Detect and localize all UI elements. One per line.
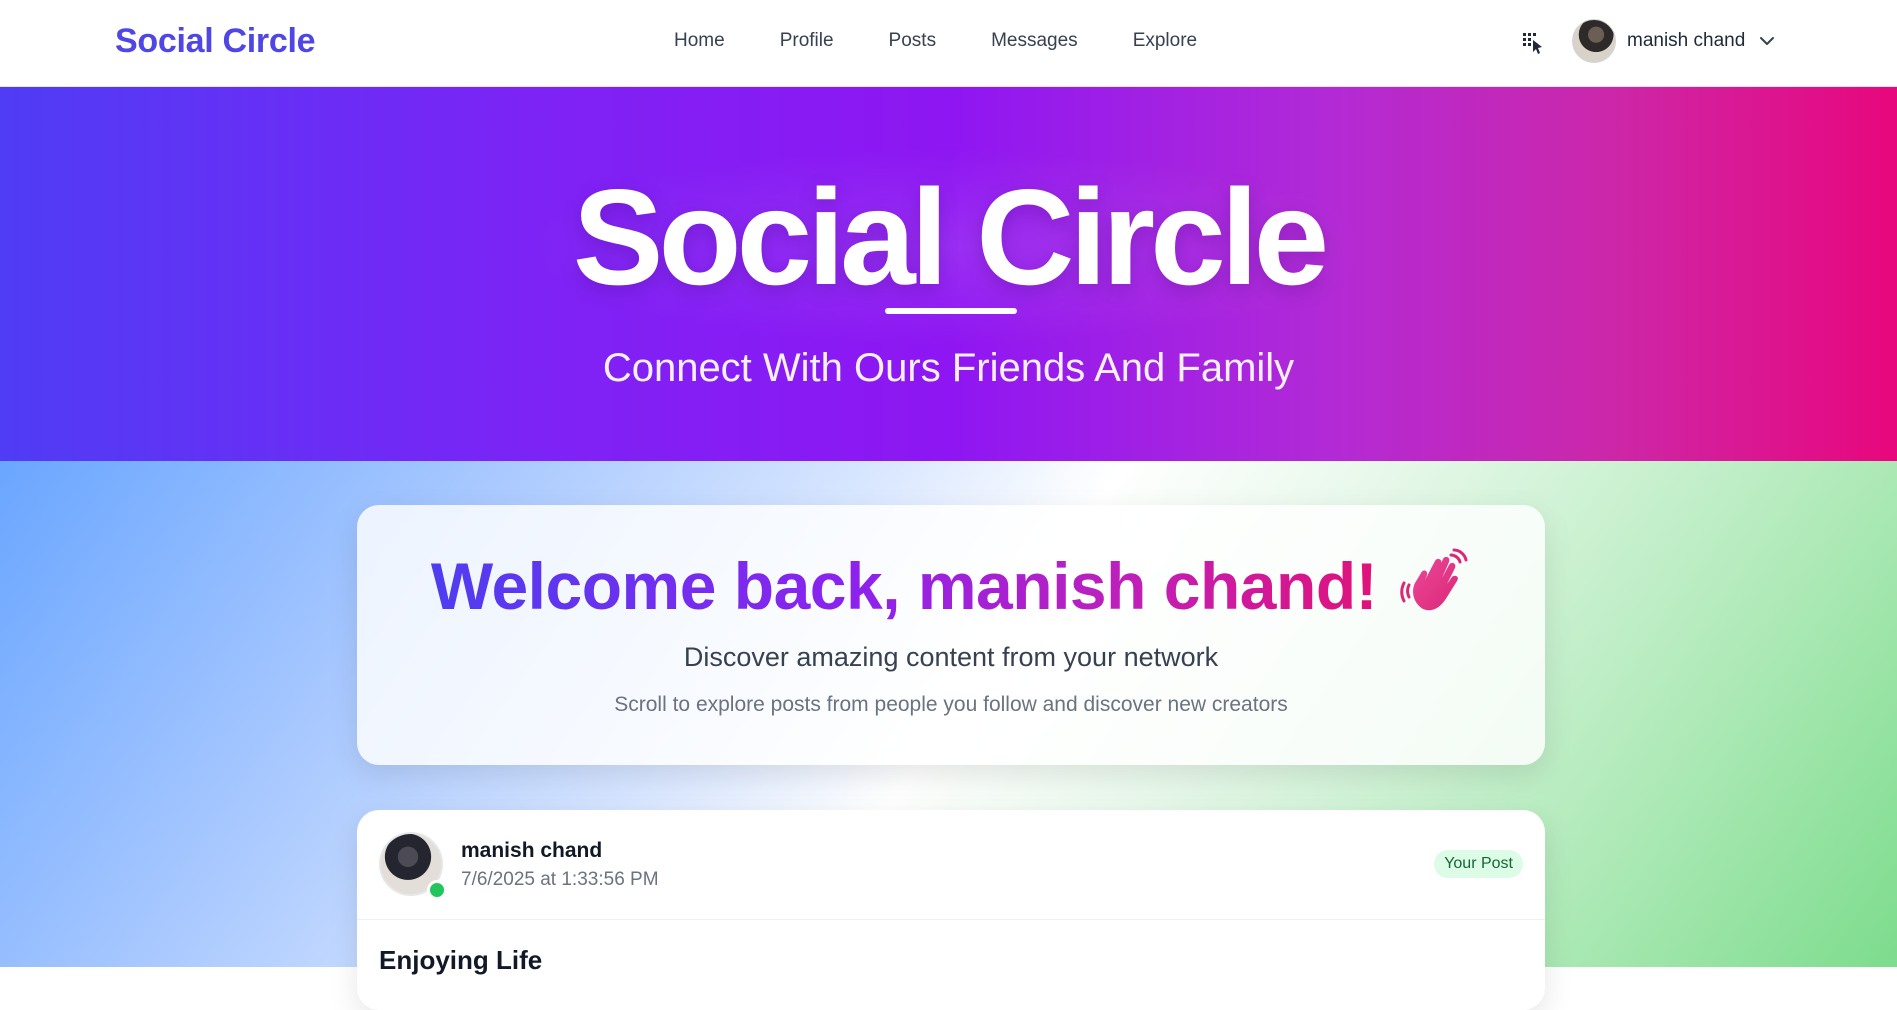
your-post-badge: Your Post [1434,850,1523,878]
waving-hand-icon [1400,548,1468,611]
online-status-dot [427,880,447,900]
nav-link-home[interactable]: Home [674,30,725,52]
nav-links: Home Profile Posts Messages Explore [674,30,1197,52]
chevron-down-icon[interactable] [1757,31,1777,51]
avatar[interactable] [1572,19,1616,63]
hero-banner: Social Circle Connect With Ours Friends … [0,87,1897,461]
hero-title: Social Circle [572,161,1329,313]
nav-link-messages[interactable]: Messages [991,30,1078,52]
post-header: manish chand 7/6/2025 at 1:33:56 PM Your… [357,810,1545,920]
nav-link-profile[interactable]: Profile [780,30,834,52]
post-card[interactable]: manish chand 7/6/2025 at 1:33:56 PM Your… [357,810,1545,1010]
user-name[interactable]: manish chand [1627,30,1745,52]
post-author-name[interactable]: manish chand [461,839,602,863]
nav-link-explore[interactable]: Explore [1133,30,1197,52]
post-title: Enjoying Life [379,945,543,975]
user-menu[interactable]: manish chand [1520,19,1777,63]
welcome-title: Welcome back, manish chand! [357,547,1545,624]
welcome-subtitle: Discover amazing content from your netwo… [683,642,1219,672]
top-navbar: Social Circle Home Profile Posts Message… [0,0,1897,87]
welcome-heading-text: Welcome back, manish chand! [430,549,1378,623]
welcome-hint: Scroll to explore posts from people you … [614,693,1288,716]
extension-icon[interactable] [1520,30,1546,56]
hero-subtitle: Connect With Ours Friends And Family [602,346,1295,390]
welcome-card: Welcome back, manish chand! Discover ama… [357,505,1545,765]
brand-logo[interactable]: Social Circle [115,22,316,61]
nav-link-posts[interactable]: Posts [889,30,937,52]
hero-underline-divider [885,308,1017,314]
post-timestamp: 7/6/2025 at 1:33:56 PM [461,869,659,890]
